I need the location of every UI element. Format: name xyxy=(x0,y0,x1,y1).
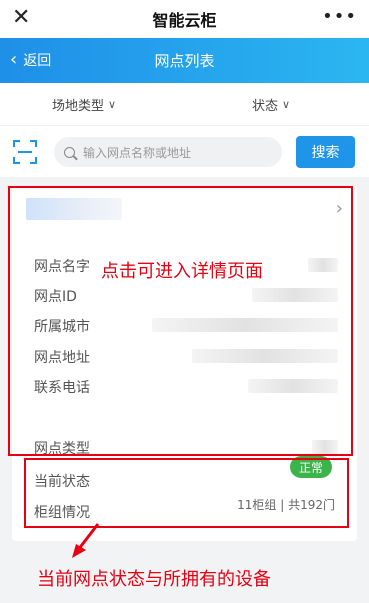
more-icon[interactable]: ••• xyxy=(322,8,357,26)
navigation-bar: ‹ 返回 网点列表 xyxy=(0,38,369,83)
back-label: 返回 xyxy=(23,53,52,69)
annotation-box-status xyxy=(24,458,349,528)
filter-status-label: 状态 xyxy=(252,99,279,114)
search-icon xyxy=(64,146,75,158)
filter-bar: 场地类型 ∨ 状态 ∨ xyxy=(0,83,369,125)
filter-site-type-label: 场地类型 xyxy=(52,99,105,114)
search-button[interactable]: 搜索 xyxy=(296,136,355,168)
search-input[interactable]: 输入网点名称或地址 xyxy=(54,137,282,167)
annotation-box-detail xyxy=(8,186,353,456)
annotation-arrow-icon xyxy=(72,523,100,558)
page-title: 网点列表 xyxy=(154,52,215,70)
back-button[interactable]: ‹ 返回 xyxy=(10,50,51,70)
scan-icon[interactable] xyxy=(12,139,38,165)
app-title: 智能云柜 xyxy=(152,11,217,30)
annotation-status-hint: 当前网点状态与所拥有的设备 xyxy=(37,569,271,590)
chevron-left-icon: ‹ xyxy=(10,49,18,70)
close-icon[interactable]: ✕ xyxy=(12,7,30,29)
search-placeholder: 输入网点名称或地址 xyxy=(83,145,192,160)
chevron-down-icon: ∨ xyxy=(282,98,291,111)
app-title-bar: ✕ 智能云柜 ••• xyxy=(0,0,369,38)
filter-status[interactable]: 状态 ∨ xyxy=(252,95,290,114)
filter-site-type[interactable]: 场地类型 ∨ xyxy=(52,95,116,114)
annotation-detail-hint: 点击可进入详情页面 xyxy=(101,261,263,282)
search-row: 输入网点名称或地址 搜索 xyxy=(0,125,369,177)
chevron-down-icon: ∨ xyxy=(108,98,117,111)
